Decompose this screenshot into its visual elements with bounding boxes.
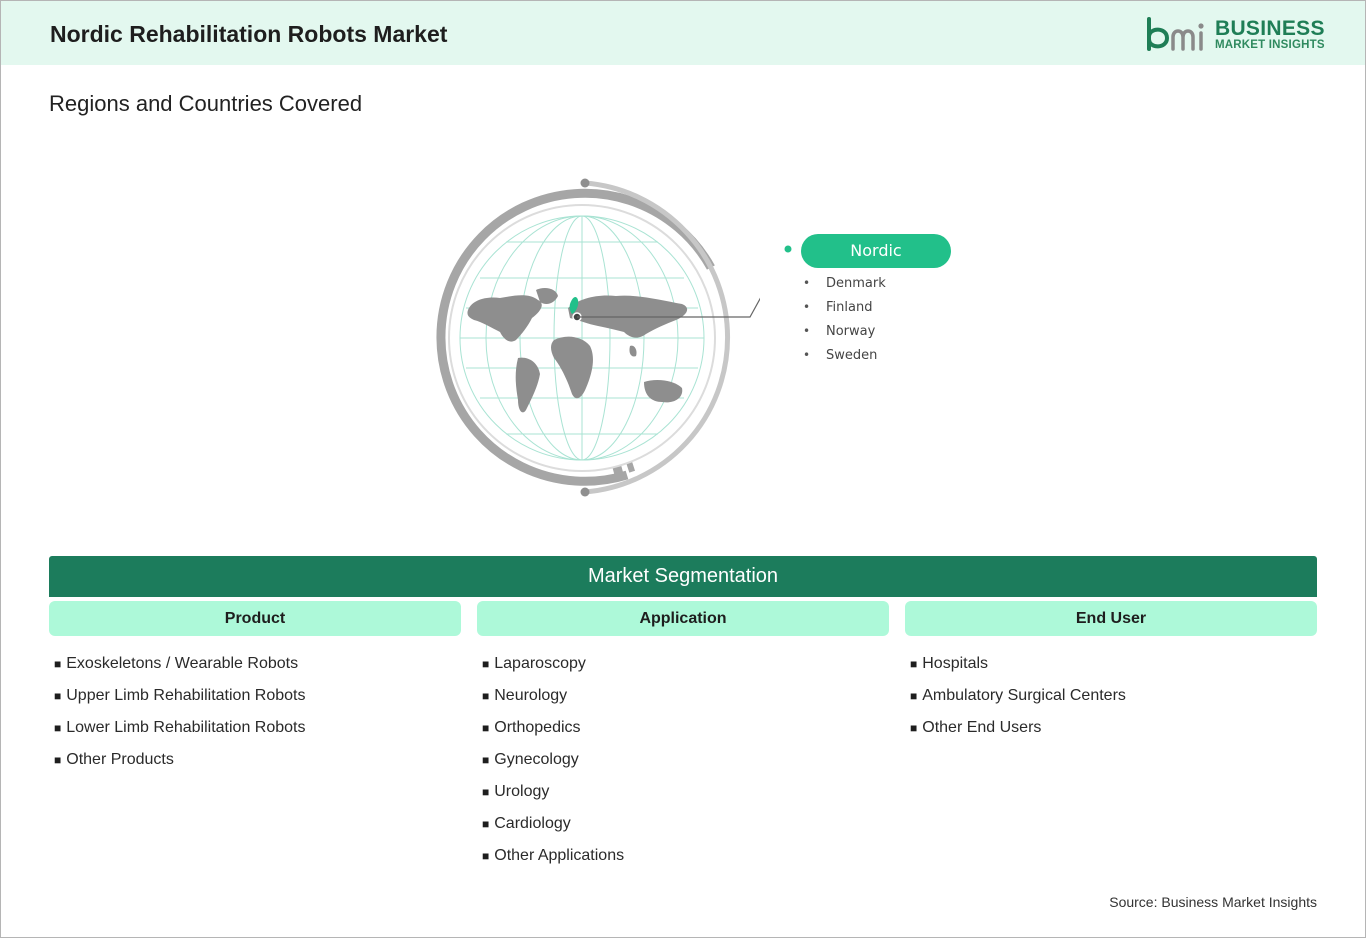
list-item: ■ Exoskeletons / Wearable Robots: [54, 654, 306, 686]
list-item-label: Ambulatory Surgical Centers: [922, 687, 1126, 704]
square-bullet-icon: ■: [54, 689, 62, 703]
square-bullet-icon: ■: [482, 689, 490, 703]
country-item: • Finland: [803, 297, 886, 321]
list-item-label: Urology: [494, 783, 550, 800]
bullet-icon: •: [803, 348, 811, 362]
list-item: ■ Gynecology: [482, 750, 624, 782]
square-bullet-icon: ■: [482, 849, 490, 863]
list-item-label: Gynecology: [494, 751, 579, 768]
bullet-icon: •: [803, 324, 811, 338]
square-bullet-icon: ■: [910, 689, 918, 703]
list-item-label: Neurology: [494, 687, 568, 704]
country-item: • Norway: [803, 321, 886, 345]
list-item-label: Other End Users: [922, 719, 1042, 736]
bullet-icon: •: [803, 276, 811, 290]
square-bullet-icon: ■: [54, 657, 62, 671]
list-item: ■ Ambulatory Surgical Centers: [910, 686, 1126, 718]
list-item-label: Lower Limb Rehabilitation Robots: [66, 719, 306, 736]
list-item-label: Other Applications: [494, 847, 625, 864]
logo-word-market-insights: MARKET INSIGHTS: [1215, 39, 1325, 51]
list-item-label: Orthopedics: [494, 719, 581, 736]
list-item-label: Cardiology: [494, 815, 571, 832]
square-bullet-icon: ■: [54, 753, 62, 767]
list-item: ■ Laparoscopy: [482, 654, 624, 686]
connector-dot: [784, 245, 792, 253]
square-bullet-icon: ■: [482, 721, 490, 735]
source-note: Source: Business Market Insights: [1109, 894, 1317, 910]
bullet-icon: •: [803, 300, 811, 314]
country-label: Sweden: [826, 348, 878, 363]
list-item: ■ Lower Limb Rehabilitation Robots: [54, 718, 306, 750]
list-item-label: Hospitals: [922, 655, 989, 672]
segment-header-application: Application: [477, 601, 889, 636]
page-title: Nordic Rehabilitation Robots Market: [50, 21, 448, 47]
regions-section-title: Regions and Countries Covered: [49, 91, 363, 116]
square-bullet-icon: ■: [54, 721, 62, 735]
list-item-label: Upper Limb Rehabilitation Robots: [66, 687, 306, 704]
list-item-label: Laparoscopy: [494, 655, 586, 672]
application-list: ■ Laparoscopy ■ Neurology ■ Orthopedics ■ Gy…: [482, 654, 624, 878]
region-badge-nordic: Nordic: [801, 234, 951, 268]
segment-header-end-user: End User: [905, 601, 1317, 636]
header-bar: Nordic Rehabilitation Robots Market BUSI…: [1, 1, 1365, 65]
list-item: ■ Other Applications: [482, 846, 624, 878]
country-label: Norway: [826, 324, 876, 339]
country-label: Finland: [826, 300, 873, 315]
square-bullet-icon: ■: [482, 785, 490, 799]
list-item-label: Exoskeletons / Wearable Robots: [66, 655, 299, 672]
square-bullet-icon: ■: [910, 721, 918, 735]
square-bullet-icon: ■: [482, 817, 490, 831]
list-item: ■ Cardiology: [482, 814, 624, 846]
square-bullet-icon: ■: [482, 657, 490, 671]
country-list: • Denmark • Finland • Norway • Sweden: [803, 273, 886, 369]
world-globe-icon: [420, 170, 789, 510]
bmi-logo-icon: [1147, 17, 1204, 51]
list-item: ■ Other Products: [54, 750, 306, 782]
list-item: ■ Orthopedics: [482, 718, 624, 750]
logo-word-business: BUSINESS: [1215, 17, 1325, 40]
list-item: ■ Urology: [482, 782, 624, 814]
company-logo: BUSINESS MARKET INSIGHTS: [1145, 15, 1325, 55]
list-item-label: Other Products: [66, 751, 174, 768]
list-item: ■ Upper Limb Rehabilitation Robots: [54, 686, 306, 718]
square-bullet-icon: ■: [482, 753, 490, 767]
square-bullet-icon: ■: [910, 657, 918, 671]
segment-header-product: Product: [49, 601, 461, 636]
end-user-list: ■ Hospitals ■ Ambulatory Surgical Centers …: [910, 654, 1126, 750]
country-item: • Sweden: [803, 345, 886, 369]
country-label: Denmark: [826, 276, 886, 291]
list-item: ■ Other End Users: [910, 718, 1126, 750]
list-item: ■ Neurology: [482, 686, 624, 718]
segmentation-banner: Market Segmentation: [49, 556, 1317, 597]
country-item: • Denmark: [803, 273, 886, 297]
list-item: ■ Hospitals: [910, 654, 1126, 686]
product-list: ■ Exoskeletons / Wearable Robots ■ Upper L…: [54, 654, 306, 782]
